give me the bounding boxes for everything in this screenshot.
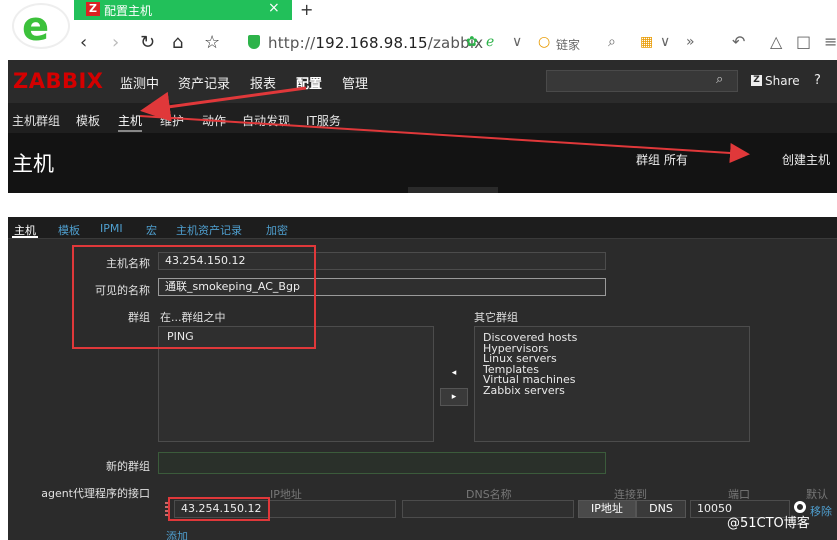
other-groups-list[interactable]: Discovered hosts Hypervisors Linux serve… bbox=[474, 326, 750, 442]
highlight-agent-ip bbox=[168, 497, 270, 521]
tab-macros[interactable]: 宏 bbox=[146, 222, 157, 238]
new-group-label: 新的群组 bbox=[106, 460, 150, 473]
col-default-header: 默认 bbox=[806, 488, 828, 501]
tab-templates[interactable]: 模板 bbox=[58, 222, 80, 238]
arrow-to-create-host bbox=[139, 115, 750, 163]
tab-active-underline bbox=[12, 236, 38, 238]
list-item[interactable]: Zabbix servers bbox=[483, 385, 741, 397]
other-groups-label: 其它群组 bbox=[474, 311, 518, 324]
agent-dns-input[interactable] bbox=[402, 500, 574, 518]
connect-dns-button[interactable]: DNS bbox=[636, 500, 686, 518]
agent-interface-label: agent代理程序的接口 bbox=[41, 487, 150, 500]
highlight-host-fields bbox=[72, 245, 316, 349]
add-interface-link[interactable]: 添加 bbox=[166, 528, 188, 540]
form-tabs bbox=[8, 217, 837, 239]
move-left-button[interactable]: ◂ bbox=[440, 365, 468, 383]
tab-encryption[interactable]: 加密 bbox=[266, 222, 288, 238]
arrow-to-hosts bbox=[140, 86, 307, 122]
tab-inventory[interactable]: 主机资产记录 bbox=[176, 222, 242, 238]
remove-interface-link[interactable]: 移除 bbox=[810, 503, 832, 519]
new-group-input[interactable] bbox=[158, 452, 606, 474]
connect-ip-button[interactable]: IP地址 bbox=[578, 500, 636, 518]
tab-ipmi[interactable]: IPMI bbox=[100, 222, 123, 235]
move-right-button[interactable]: ▸ bbox=[440, 388, 468, 406]
watermark: @51CTO博客 bbox=[727, 516, 810, 531]
